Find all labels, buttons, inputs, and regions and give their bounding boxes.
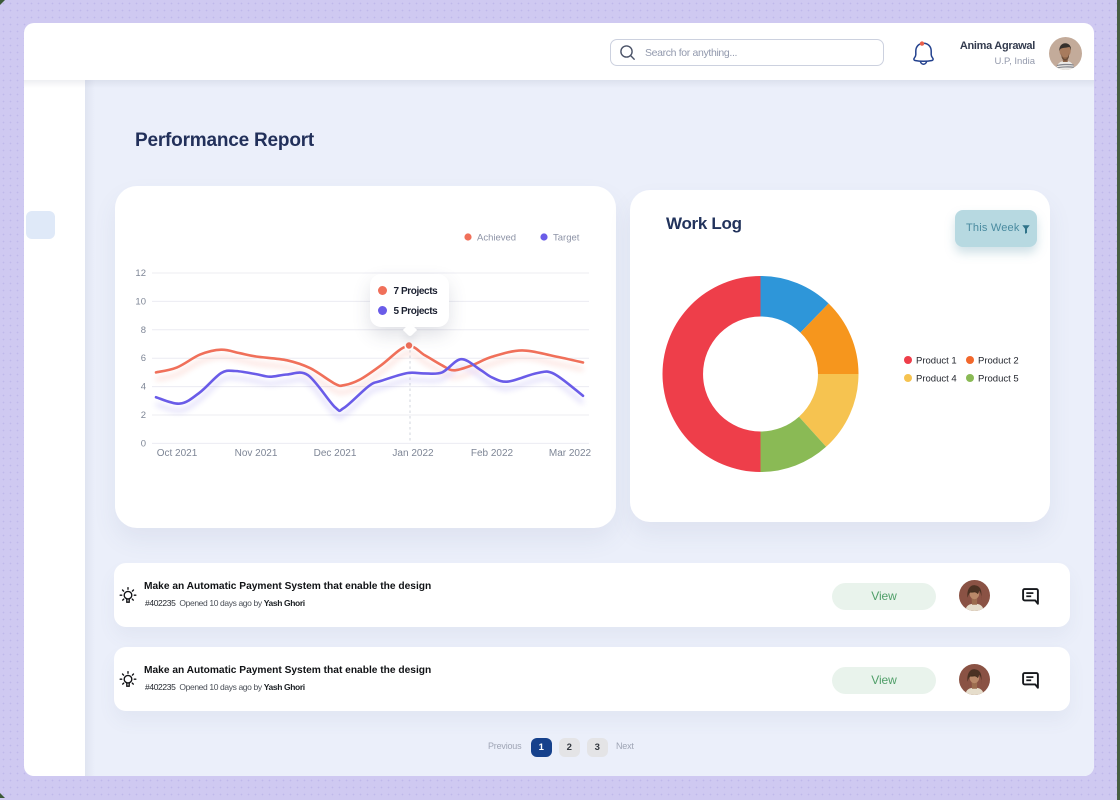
svg-text:10: 10	[135, 296, 146, 307]
svg-text:Achieved: Achieved	[477, 233, 516, 244]
svg-text:Product 4: Product 4	[916, 374, 957, 385]
svg-text:0: 0	[141, 438, 146, 449]
svg-text:Product 2: Product 2	[978, 356, 1019, 367]
svg-text:4: 4	[141, 382, 146, 393]
svg-text:Product 5: Product 5	[978, 374, 1019, 385]
svg-text:Jan 2022: Jan 2022	[392, 448, 434, 459]
svg-text:Target: Target	[553, 233, 580, 244]
svg-text:Feb 2022: Feb 2022	[471, 448, 514, 459]
svg-text:2: 2	[141, 410, 146, 421]
svg-text:Mar 2022: Mar 2022	[549, 448, 592, 459]
svg-text:Dec 2021: Dec 2021	[314, 448, 357, 459]
svg-text:12: 12	[135, 268, 146, 279]
svg-text:8: 8	[141, 325, 146, 336]
svg-text:6: 6	[141, 353, 146, 364]
svg-text:Product 1: Product 1	[916, 356, 957, 367]
svg-text:Nov 2021: Nov 2021	[235, 448, 278, 459]
svg-text:Oct 2021: Oct 2021	[157, 448, 198, 459]
